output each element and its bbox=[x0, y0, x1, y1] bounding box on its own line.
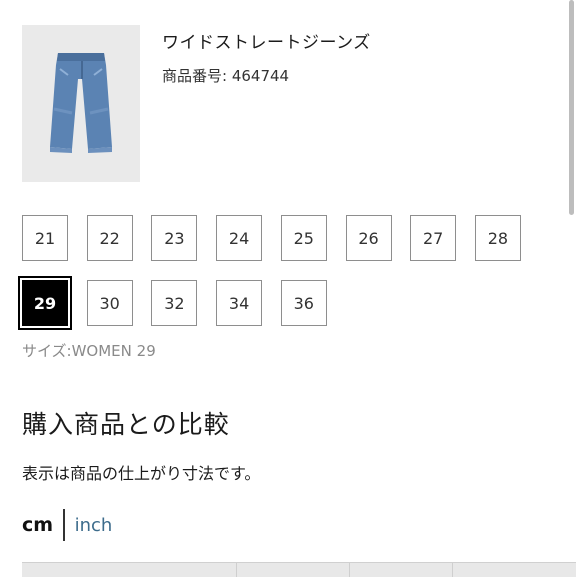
table-header-cell bbox=[237, 563, 350, 577]
size-option-26[interactable]: 26 bbox=[345, 215, 392, 261]
size-option-29[interactable]: 29 bbox=[18, 276, 72, 330]
table-header-cell bbox=[453, 563, 573, 577]
size-option-32[interactable]: 32 bbox=[151, 280, 198, 326]
size-option-30[interactable]: 30 bbox=[86, 280, 133, 326]
scrollbar[interactable] bbox=[569, 0, 574, 215]
unit-inch-link[interactable]: inch bbox=[65, 515, 113, 536]
size-option-34[interactable]: 34 bbox=[216, 280, 263, 326]
product-image[interactable] bbox=[22, 25, 140, 182]
size-option-25[interactable]: 25 bbox=[280, 215, 327, 261]
table-header-cell bbox=[350, 563, 453, 577]
comparison-note: 表示は商品の仕上がり寸法です。 bbox=[22, 464, 261, 483]
size-option-21[interactable]: 21 bbox=[22, 215, 68, 261]
product-title: ワイドストレートジーンズ bbox=[162, 33, 371, 53]
size-option-24[interactable]: 24 bbox=[216, 215, 263, 261]
unit-cm-button[interactable]: cm bbox=[22, 514, 63, 536]
size-table-header bbox=[22, 562, 576, 577]
size-option-22[interactable]: 22 bbox=[86, 215, 133, 261]
product-number: 商品番号: 464744 bbox=[162, 67, 290, 85]
comparison-heading: 購入商品との比較 bbox=[22, 410, 230, 439]
size-option-27[interactable]: 27 bbox=[410, 215, 457, 261]
jeans-icon bbox=[50, 52, 112, 153]
size-caption: サイズ:WOMEN 29 bbox=[22, 342, 156, 360]
size-option-36[interactable]: 36 bbox=[280, 280, 327, 326]
table-header-cell bbox=[22, 563, 237, 577]
size-option-23[interactable]: 23 bbox=[151, 215, 198, 261]
unit-switch: cm inch bbox=[22, 508, 112, 542]
size-option-28[interactable]: 28 bbox=[474, 215, 521, 261]
